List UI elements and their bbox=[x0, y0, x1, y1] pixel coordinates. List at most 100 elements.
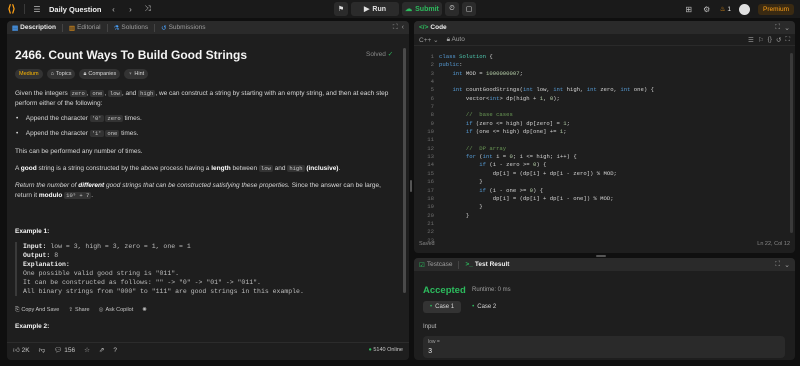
settings-gear-icon[interactable]: ⚙ bbox=[702, 5, 712, 14]
tab-editorial[interactable]: ▥ Editorial bbox=[69, 24, 101, 32]
comments-button[interactable]: 💬︎ 156 bbox=[54, 346, 75, 354]
code-status-bar: Saved Ln 22, Col 12 bbox=[419, 241, 790, 247]
problem-list-icon[interactable]: ☰ bbox=[32, 5, 42, 14]
code-scrollbar[interactable] bbox=[790, 53, 793, 233]
line-number: 17 bbox=[427, 186, 434, 194]
history-icon: ↺ bbox=[161, 24, 167, 32]
check-circle-icon: ✓ bbox=[387, 51, 394, 58]
line-numbers: 1 2 3 4 5 6 7 8 9 10 11 12 13 14 15 16 17 18 19 20 21 22 23 bbox=[414, 53, 434, 245]
companies-chip[interactable]: 🔒︎ Companies bbox=[79, 69, 121, 79]
cloud-upload-icon: ☁ bbox=[405, 6, 413, 13]
book-icon: ▥ bbox=[68, 24, 76, 32]
code-editor[interactable]: 1 2 3 4 5 6 7 8 9 10 11 12 13 14 15 16 17 18 19 20 21 22 23 cl… bbox=[414, 53, 795, 244]
result-tabs: ☑ Testcase >_ Test Result ⛶ ⌄ bbox=[414, 258, 795, 271]
tab-submissions[interactable]: ↺ Submissions bbox=[161, 24, 205, 32]
problem-tags: Medium ⌂ Topics 🔒︎ Companies ♀ Hint bbox=[15, 69, 149, 79]
copy-and-save-button[interactable]: ⎘ Copy And Save bbox=[15, 307, 59, 314]
description-tabs: ▤ Description ▥ Editorial ⚗ Solutions ↺ Subm… bbox=[7, 21, 409, 34]
copy-icon: ⎘ bbox=[15, 307, 20, 313]
topics-chip[interactable]: ⌂ Topics bbox=[46, 69, 76, 79]
flask-icon: ⚗ bbox=[113, 24, 120, 32]
line-number: 21 bbox=[427, 219, 434, 227]
streak-counter[interactable]: ♨ 1 bbox=[720, 5, 731, 13]
auto-mode-toggle[interactable]: 🔒︎ Auto bbox=[447, 36, 465, 44]
line-number: 8 bbox=[430, 111, 434, 119]
next-problem-icon[interactable]: › bbox=[126, 5, 136, 14]
line-number: 14 bbox=[427, 161, 434, 169]
maximize-icon[interactable]: ⛶ bbox=[393, 24, 398, 32]
vertical-resize-handle[interactable] bbox=[410, 180, 412, 192]
debug-button[interactable]: ⚑ bbox=[334, 2, 348, 16]
example-2-title: Example 2: bbox=[15, 323, 50, 330]
return-text: Return the number of different good stri… bbox=[15, 182, 381, 199]
run-button[interactable]: ▶ Run bbox=[351, 2, 399, 16]
share-icon: ⇪ bbox=[68, 307, 73, 313]
tab-testcase[interactable]: ☑ Testcase bbox=[419, 261, 452, 269]
difficulty-badge: Medium bbox=[15, 69, 43, 79]
fullscreen-icon[interactable]: ⛶ bbox=[785, 36, 790, 44]
line-number: 11 bbox=[427, 136, 434, 144]
tab-test-result[interactable]: >_ Test Result bbox=[465, 261, 509, 268]
panel-resize-handle[interactable] bbox=[596, 255, 606, 257]
share-link-button[interactable]: ⇗ bbox=[99, 346, 104, 354]
checkbox-icon: ☑ bbox=[419, 261, 425, 269]
tab-case-1[interactable]: • Case 1 bbox=[423, 301, 462, 313]
layout-icon[interactable]: ⊞ bbox=[684, 5, 694, 14]
tab-code[interactable]: </> Code bbox=[419, 24, 447, 31]
reset-icon[interactable]: ↺ bbox=[776, 36, 781, 44]
notes-button[interactable]: ▢ bbox=[462, 2, 476, 16]
list-item: Append the character '1' one times. bbox=[16, 130, 138, 137]
shuffle-icon[interactable]: ⤨ bbox=[143, 4, 153, 14]
more-button[interactable]: ✺ bbox=[142, 307, 149, 314]
star-icon: ☆ bbox=[84, 347, 90, 354]
note-icon: ▢ bbox=[465, 6, 473, 13]
notes-icon[interactable]: ☰ bbox=[748, 36, 754, 44]
solved-status: Solved ✓ bbox=[366, 51, 394, 58]
timer-button[interactable]: ⏲ bbox=[445, 2, 459, 16]
lightbulb-icon: ♀ bbox=[128, 71, 133, 77]
premium-button[interactable]: Premium bbox=[757, 3, 794, 15]
description-footer-wrap: 👍︎ 2K 👎︎ 💬︎ 156 ☆ ⇗ ? ● 5140 Online bbox=[7, 339, 409, 360]
share-button[interactable]: ⇪ Share bbox=[68, 307, 89, 314]
sparkle-icon: ✺ bbox=[142, 307, 147, 313]
line-number: 1 bbox=[430, 53, 434, 60]
collapse-chevron-icon[interactable]: ⌄ bbox=[784, 261, 790, 269]
language-select[interactable]: C++ ⌄ bbox=[419, 36, 439, 44]
ask-copilot-button[interactable]: ◎ Ask Copilot bbox=[99, 307, 134, 314]
any-number-text: This can be performed any number of time… bbox=[15, 148, 143, 155]
daily-question-title[interactable]: Daily Question bbox=[49, 5, 102, 14]
code-lines[interactable]: class Solution { public: int MOD = 10000… bbox=[439, 53, 654, 228]
copilot-icon: ◎ bbox=[98, 307, 104, 313]
line-number: 20 bbox=[427, 211, 434, 219]
dislike-button[interactable]: 👎︎ bbox=[39, 346, 46, 354]
case-tabs: • Case 1 • Case 2 bbox=[423, 301, 503, 313]
top-nav-bar: ⟨⟩ ☰ Daily Question ‹ › ⤨ ⚑ ▶ Run ☁ Submit… bbox=[0, 0, 800, 18]
tab-description[interactable]: ▤ Description bbox=[12, 24, 56, 32]
format-braces-icon[interactable]: {} bbox=[768, 36, 772, 44]
timer-icon: ⏲ bbox=[449, 5, 455, 12]
help-button[interactable]: ? bbox=[113, 347, 117, 354]
collapse-chevron-icon[interactable]: ‹ bbox=[402, 24, 404, 32]
line-number: 12 bbox=[427, 144, 434, 152]
user-avatar[interactable] bbox=[738, 3, 750, 15]
example-1-title: Example 1: bbox=[15, 228, 50, 235]
problem-title[interactable]: 2466. Count Ways To Build Good Strings bbox=[15, 48, 247, 62]
leetcode-logo-icon[interactable]: ⟨⟩ bbox=[6, 4, 17, 15]
like-button[interactable]: 👍︎ 2K bbox=[13, 346, 30, 354]
comment-icon: 💬︎ bbox=[54, 347, 63, 354]
collapse-chevron-icon[interactable]: ⌄ bbox=[784, 24, 790, 32]
lock-icon: 🔒︎ bbox=[446, 35, 451, 43]
submit-button[interactable]: ☁ Submit bbox=[402, 2, 442, 16]
lock-icon: 🔒︎ bbox=[83, 70, 87, 77]
prev-problem-icon[interactable]: ‹ bbox=[109, 5, 119, 14]
hint-chip[interactable]: ♀ Hint bbox=[124, 69, 149, 79]
favorite-button[interactable]: ☆ bbox=[84, 346, 90, 354]
maximize-icon[interactable]: ⛶ bbox=[775, 261, 780, 269]
description-scrollbar[interactable] bbox=[403, 48, 406, 293]
bookmark-icon[interactable]: ⚐ bbox=[758, 36, 764, 44]
external-link-icon: ⇗ bbox=[98, 347, 105, 354]
maximize-icon[interactable]: ⛶ bbox=[775, 24, 780, 32]
tab-solutions[interactable]: ⚗ Solutions bbox=[114, 24, 149, 32]
tab-case-2[interactable]: • Case 2 bbox=[465, 301, 503, 313]
code-brackets-icon: </> bbox=[419, 24, 429, 31]
